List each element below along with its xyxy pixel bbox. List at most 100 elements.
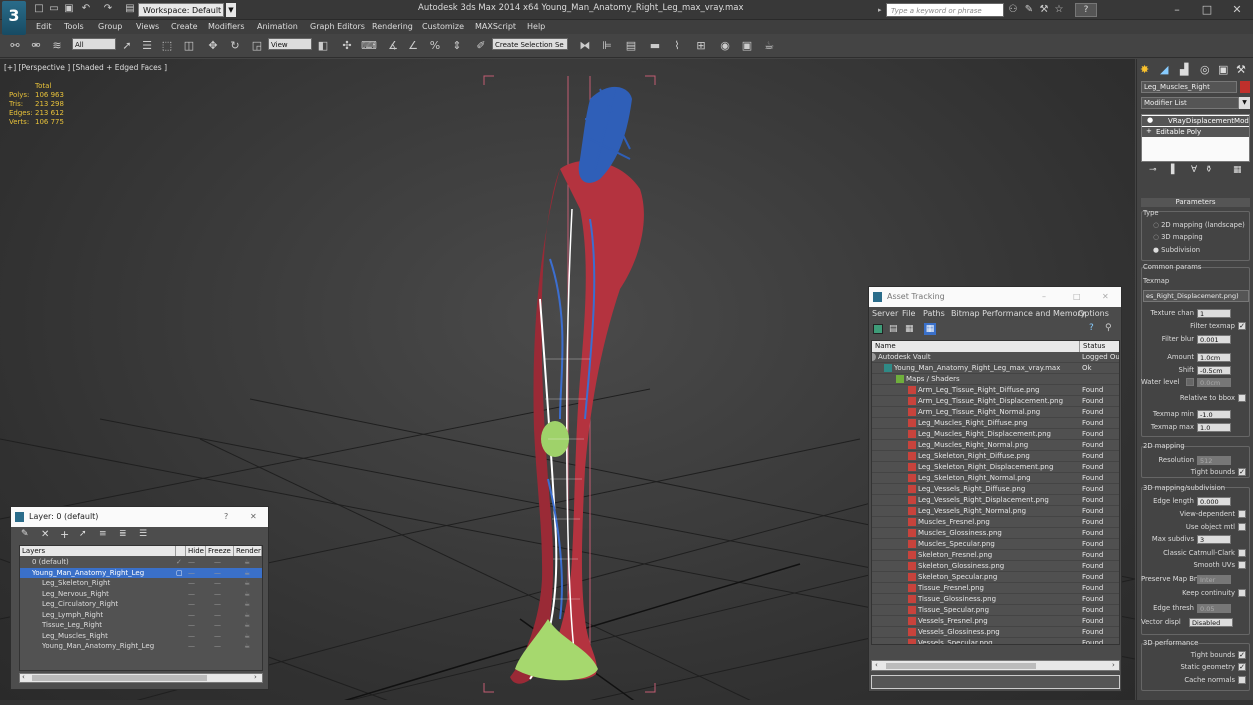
graphite-ribbon-icon[interactable]: ▬ (646, 37, 664, 55)
configure-sets-icon[interactable]: ▦ (1233, 165, 1242, 175)
create-layer-icon[interactable]: ✎ (21, 529, 33, 541)
object-name-field[interactable]: Leg_Muscles_Right (1141, 81, 1237, 93)
asset-horizontal-scrollbar[interactable]: ‹ › (871, 660, 1120, 671)
column-header-render[interactable]: Render (234, 546, 262, 556)
smooth-uvs-checkbox[interactable] (1238, 561, 1246, 569)
scroll-left-icon[interactable]: ‹ (22, 673, 25, 681)
utilities-tab-icon[interactable]: ⚒ (1236, 63, 1246, 76)
render-teapot-icon[interactable]: ☕ (244, 578, 250, 589)
asset-row[interactable]: Muscles_Fresnel.png Found (872, 517, 1119, 528)
layer-object-row[interactable]: Leg_Lymph_Right — — ☕ (20, 610, 262, 621)
list-view-icon[interactable]: ▤ (889, 324, 899, 334)
grid-view-icon[interactable]: ▦ (924, 323, 936, 335)
show-end-result-icon[interactable]: ▌ (1171, 165, 1178, 175)
asset-row[interactable]: Leg_Muscles_Right_Diffuse.png Found (872, 418, 1119, 429)
asset-row[interactable]: Leg_Vessels_Right_Normal.png Found (872, 506, 1119, 517)
texture-chan-spinner[interactable]: 1 (1197, 309, 1231, 318)
hide-toggle[interactable]: — (188, 568, 195, 579)
filter-blur-spinner[interactable]: 0.001 (1197, 335, 1231, 344)
close-icon[interactable]: ✕ (1102, 287, 1109, 307)
maximize-icon[interactable]: □ (1073, 287, 1081, 307)
filter-texmap-checkbox[interactable]: ✓ (1238, 322, 1246, 330)
minimize-icon[interactable]: – (1162, 1, 1192, 18)
tight-bounds-checkbox[interactable]: ✓ (1238, 468, 1246, 476)
redo-icon[interactable]: ↷ (102, 3, 114, 15)
search-expand-icon[interactable]: ▸ (878, 3, 886, 17)
menu-maxscript[interactable]: MAXScript (475, 20, 516, 34)
column-header-freeze[interactable]: Freeze (206, 546, 234, 556)
asset-row[interactable]: Arm_Leg_Tissue_Right_Diffuse.png Found (872, 385, 1119, 396)
reference-coordinate-dropdown[interactable]: View (268, 38, 312, 50)
lightbulb-icon[interactable]: ● (1147, 116, 1153, 124)
stack-item-editable-poly[interactable]: Editable Poly (1142, 127, 1249, 137)
select-and-link-icon[interactable]: ⚯ (6, 37, 24, 55)
menu-tools[interactable]: Tools (64, 20, 84, 34)
menu-views[interactable]: Views (136, 20, 159, 34)
water-level-checkbox[interactable] (1186, 378, 1194, 386)
asset-path-field[interactable] (871, 675, 1120, 689)
search-input[interactable]: Type a keyword or phrase (886, 3, 1004, 17)
table-view-icon[interactable]: ▦ (905, 324, 915, 334)
asset-row[interactable]: Skeleton_Fresnel.png Found (872, 550, 1119, 561)
texmap-max-spinner[interactable]: 1.0 (1197, 423, 1231, 432)
maximize-icon[interactable]: □ (1192, 1, 1222, 18)
asset-menu-options[interactable]: Options (1078, 307, 1109, 321)
freeze-toggle[interactable]: — (214, 557, 221, 568)
select-and-move-icon[interactable]: ✥ (204, 37, 222, 55)
modify-tab-icon[interactable]: ◢ (1160, 63, 1168, 76)
render-teapot-icon[interactable]: ☕ (244, 568, 250, 579)
amount-spinner[interactable]: 1.0cm (1197, 353, 1231, 362)
pivot-center-icon[interactable]: ◧ (314, 37, 332, 55)
remove-modifier-icon[interactable]: ⚱ (1205, 165, 1213, 175)
classic-catmull-checkbox[interactable] (1238, 549, 1246, 557)
pin-stack-icon[interactable]: ⊸ (1149, 165, 1157, 175)
freeze-toggle[interactable]: — (214, 641, 221, 652)
texmap-min-spinner[interactable]: -1.0 (1197, 410, 1231, 419)
column-header-name[interactable]: Name (872, 341, 1080, 352)
hide-toggle[interactable]: — (188, 557, 195, 568)
render-teapot-icon[interactable]: ☕ (244, 620, 250, 631)
schematic-view-icon[interactable]: ⊞ (692, 37, 710, 55)
stack-item-vraydisplacementmod[interactable]: VRayDisplacementMod (1142, 116, 1249, 126)
freeze-toggle[interactable]: — (214, 631, 221, 642)
shift-spinner[interactable]: -0.5cm (1197, 366, 1231, 375)
edit-named-selection-icon[interactable]: ✐ (472, 37, 490, 55)
radio-2d-mapping[interactable]: ○ 2D mapping (landscape) (1141, 220, 1249, 231)
communication-center-icon[interactable]: ✎ (1023, 3, 1035, 16)
asset-row[interactable]: Muscles_Specular.png Found (872, 539, 1119, 550)
static-geometry-checkbox[interactable]: ✓ (1238, 663, 1246, 671)
hide-toggle[interactable]: — (188, 589, 195, 600)
make-unique-icon[interactable]: ∀ (1191, 165, 1197, 175)
render-teapot-icon[interactable]: ☕ (244, 610, 250, 621)
freeze-toggle[interactable]: — (214, 589, 221, 600)
hierarchy-tab-icon[interactable]: ▟ (1180, 63, 1188, 76)
bind-space-warp-icon[interactable]: ≋ (48, 37, 66, 55)
vector-displ-dropdown[interactable]: Disabled (1189, 618, 1233, 627)
menu-graph-editors[interactable]: Graph Editors (310, 20, 365, 34)
freeze-toggle[interactable]: — (214, 620, 221, 631)
menu-edit[interactable]: Edit (36, 20, 52, 34)
angle-snap-icon[interactable]: ∠ (404, 37, 422, 55)
asset-row[interactable]: Skeleton_Specular.png Found (872, 572, 1119, 583)
water-level-spinner[interactable]: 0.0cm (1197, 378, 1231, 387)
freeze-all-layers-icon[interactable]: ☰ (139, 529, 151, 541)
menu-group[interactable]: Group (98, 20, 122, 34)
layer-object-row[interactable]: Leg_Muscles_Right — — ☕ (20, 631, 262, 642)
layer-object-row[interactable]: Tissue_Leg_Right — — ☕ (20, 620, 262, 631)
freeze-toggle[interactable]: — (214, 610, 221, 621)
layer-manager-icon[interactable]: ▤ (622, 37, 640, 55)
add-to-layer-icon[interactable]: + (60, 528, 72, 541)
asset-row[interactable]: Vessels_Glossiness.png Found (872, 627, 1119, 638)
material-editor-icon[interactable]: ◉ (716, 37, 734, 55)
menu-rendering[interactable]: Rendering (372, 20, 413, 34)
manipulate-icon[interactable]: ✣ (338, 37, 356, 55)
undo-icon[interactable]: ↶ (80, 3, 92, 15)
radio-subdivision[interactable]: ● Subdivision (1141, 245, 1249, 256)
hide-toggle[interactable]: — (188, 631, 195, 642)
rollout-parameters[interactable]: Parameters (1141, 198, 1250, 207)
hide-toggle[interactable]: — (188, 641, 195, 652)
column-header-layers[interactable]: Layers (20, 546, 176, 556)
cache-normals-checkbox[interactable] (1238, 676, 1246, 684)
edge-length-spinner[interactable]: 0.000 (1197, 497, 1231, 506)
current-box-icon[interactable]: ▢ (176, 568, 183, 579)
